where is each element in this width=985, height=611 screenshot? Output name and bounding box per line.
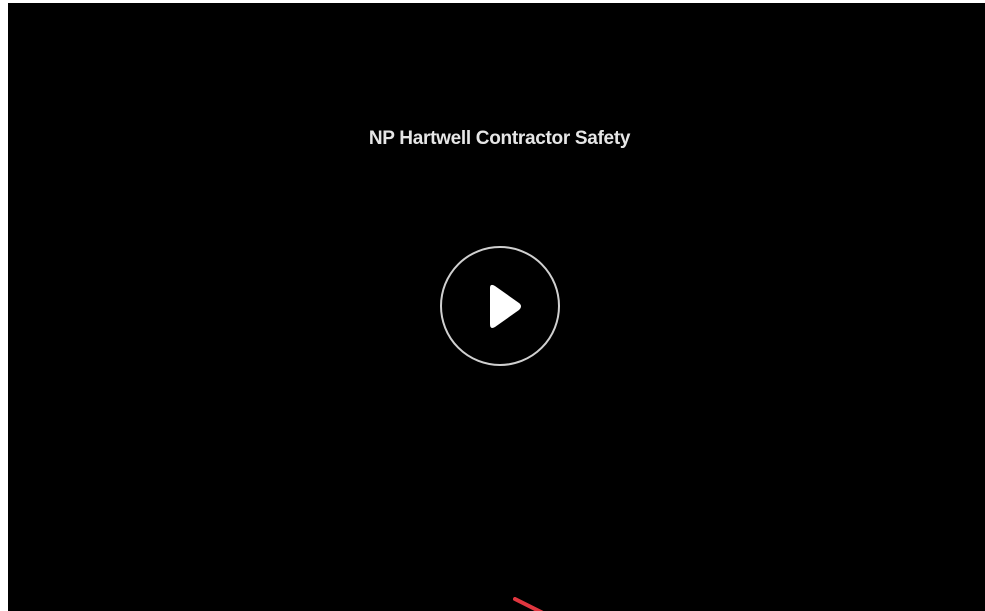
video-player[interactable]: NP Hartwell Contractor Safety [8, 3, 985, 611]
annotation-arrow [513, 597, 544, 611]
play-icon [490, 284, 521, 328]
video-title: NP Hartwell Contractor Safety [368, 128, 631, 149]
play-button[interactable] [440, 246, 560, 366]
page: NP Hartwell Contractor Safety [0, 0, 985, 611]
